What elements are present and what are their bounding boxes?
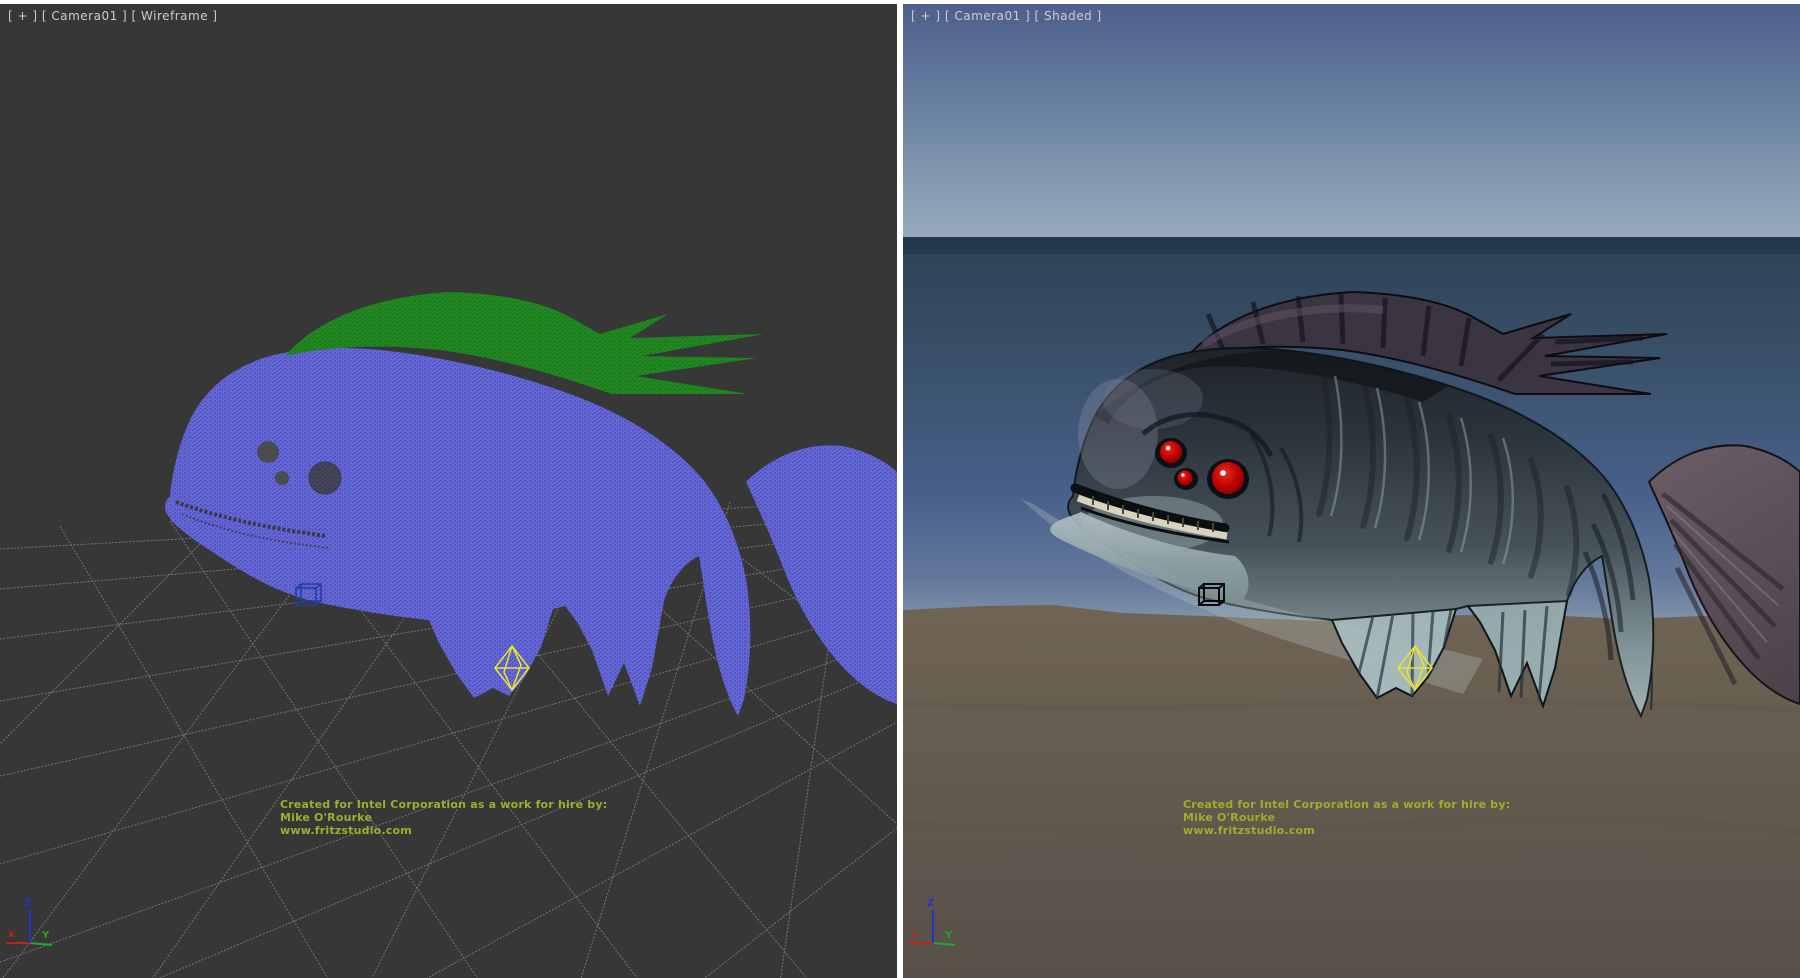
brow-sheen <box>1103 369 1203 429</box>
credit-line-3: www.fritzstudio.com <box>1183 824 1315 837</box>
credit-line-2: Mike O'Rourke <box>280 811 372 824</box>
axis-x-label: x <box>8 929 15 940</box>
fish-eye-wire-3-stipple <box>309 462 341 494</box>
eye-highlight-1 <box>1166 446 1170 450</box>
viewport-wireframe[interactable]: Created for Intel Corporation as a work … <box>0 4 897 978</box>
wireframe-scene: Created for Intel Corporation as a work … <box>0 4 897 978</box>
eye-red-1 <box>1160 441 1182 463</box>
axis-y-label: Y <box>41 930 50 941</box>
axis-z-label: Z <box>24 898 31 909</box>
eye-highlight-2 <box>1181 473 1184 476</box>
eye-highlight-3 <box>1220 470 1226 476</box>
eye-red-2 <box>1178 471 1193 486</box>
sky <box>903 4 1800 239</box>
dual-viewport-stage: Created for Intel Corporation as a work … <box>0 0 1800 978</box>
viewport-label-shaded[interactable]: [ + ] [ Camera01 ] [ Shaded ] <box>911 9 1102 23</box>
fish-eye-wire-1 <box>257 441 279 463</box>
fish-eye-wire-2 <box>275 471 289 485</box>
credit-line-1: Created for Intel Corporation as a work … <box>280 798 607 811</box>
credit-line-1: Created for Intel Corporation as a work … <box>1183 798 1510 811</box>
eye-red-3 <box>1212 462 1244 494</box>
axis-y-label: Y <box>944 930 953 941</box>
horizon-band <box>903 237 1800 254</box>
viewport-shaded[interactable]: Created for Intel Corporation as a work … <box>903 4 1800 978</box>
axis-z-label: Z <box>927 898 934 909</box>
axis-x-label: x <box>911 929 918 940</box>
credit-line-2: Mike O'Rourke <box>1183 811 1275 824</box>
shaded-scene: Created for Intel Corporation as a work … <box>903 4 1800 978</box>
viewport-label-wireframe[interactable]: [ + ] [ Camera01 ] [ Wireframe ] <box>8 9 218 23</box>
credit-line-3: www.fritzstudio.com <box>280 824 412 837</box>
